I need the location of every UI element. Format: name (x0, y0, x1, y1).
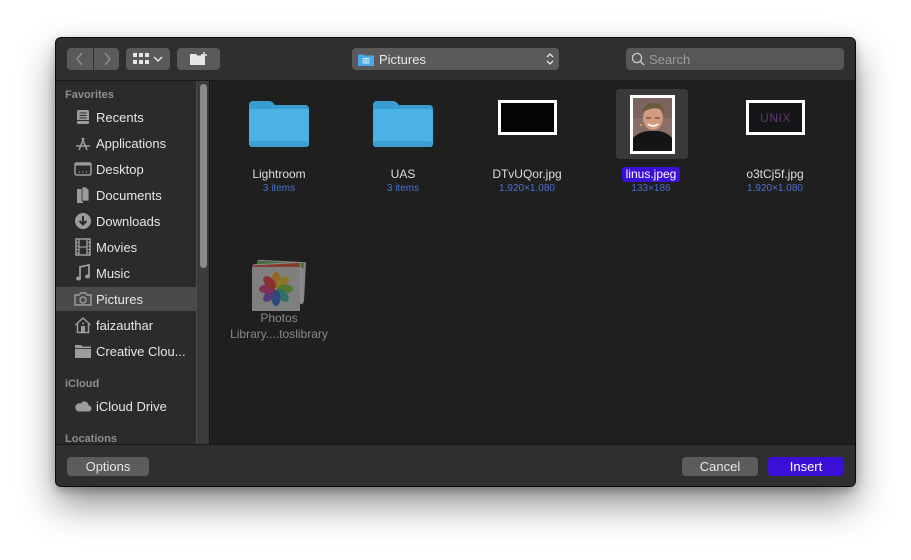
file-item-uas[interactable]: UAS 3 items (341, 87, 465, 196)
downloads-icon (73, 211, 93, 231)
sidebar-scrollbar-thumb[interactable] (200, 84, 207, 268)
cancel-button[interactable]: Cancel (682, 457, 758, 476)
sidebar-item-applications[interactable]: Applications (56, 131, 196, 155)
insert-button[interactable]: Insert (768, 457, 844, 476)
sidebar-item-downloads[interactable]: Downloads (56, 209, 196, 233)
sidebar-item-pictures[interactable]: Pictures (56, 287, 196, 311)
sidebar-section-favorites: Favorites (65, 89, 114, 101)
file-name-line2: Library....toslibrary (230, 327, 328, 341)
folder-icon (249, 101, 309, 147)
sidebar-item-label: Downloads (96, 213, 161, 229)
movies-icon (73, 237, 93, 257)
file-open-dialog: Pictures Favorites Recents (56, 38, 855, 486)
file-item-lightroom[interactable]: Lightroom 3 items (217, 87, 341, 196)
forward-button[interactable] (94, 48, 119, 70)
sidebar-item-icloud-drive[interactable]: iCloud Drive (56, 394, 196, 418)
search-icon (631, 52, 645, 66)
new-folder-icon (189, 52, 207, 65)
sidebar-item-label: Pictures (96, 291, 143, 307)
applications-icon (73, 133, 93, 153)
sidebar-item-label: Desktop (96, 161, 144, 177)
grid-view-icon (133, 53, 149, 64)
sidebar-item-music[interactable]: Music (56, 261, 196, 285)
location-label: Pictures (379, 51, 426, 67)
back-button[interactable] (67, 48, 93, 70)
sidebar-item-desktop[interactable]: Desktop (56, 157, 196, 181)
search-field[interactable] (626, 48, 844, 70)
sidebar-section-locations: Locations (65, 433, 117, 444)
chevron-right-icon (103, 52, 111, 66)
camera-icon (73, 289, 93, 309)
thumbnail-overlay-text: UNIX (760, 110, 791, 125)
file-item-dtvuqor[interactable]: DTvUQor.jpg 1.920×1.080 (465, 87, 589, 196)
portrait-photo (633, 98, 672, 151)
documents-icon (73, 185, 93, 205)
updown-chevron-icon (546, 53, 554, 65)
chevron-down-icon (153, 56, 163, 63)
file-meta: 133×186 (631, 183, 671, 194)
sidebar-item-movies[interactable]: Movies (56, 235, 196, 259)
file-browser: Lightroom 3 items UAS 3 items DTvUQor.jp… (211, 81, 855, 444)
desktop-icon (73, 159, 93, 179)
file-meta: 1.920×1.080 (499, 183, 555, 194)
recents-icon (73, 107, 93, 127)
sidebar-item-label: iCloud Drive (96, 398, 167, 414)
folder-icon (73, 341, 93, 361)
file-name: Lightroom (252, 167, 306, 181)
file-name: linus.jpeg (621, 167, 681, 182)
sidebar-item-label: Recents (96, 109, 144, 125)
sidebar-item-documents[interactable]: Documents (56, 183, 196, 207)
image-thumbnail (498, 100, 557, 135)
pictures-folder-icon (358, 54, 374, 66)
sidebar-scrollbar[interactable] (196, 81, 210, 444)
options-button[interactable]: Options (67, 457, 149, 476)
music-icon (73, 263, 93, 283)
sidebar-item-label: Music (96, 265, 130, 281)
image-thumbnail: UNIX (746, 100, 805, 135)
file-meta: 1.920×1.080 (747, 183, 803, 194)
file-item-linus[interactable]: linus.jpeg 133×186 (589, 87, 713, 196)
new-folder-button[interactable] (177, 48, 220, 70)
chevron-left-icon (76, 52, 83, 66)
file-item-o3tcj5f[interactable]: UNIX o3tCj5f.jpg 1.920×1.080 (713, 87, 837, 196)
sidebar: Favorites Recents Applications Desktop D… (56, 81, 196, 444)
file-meta: 3 items (262, 183, 296, 194)
search-input[interactable] (649, 51, 829, 67)
folder-icon (373, 101, 433, 147)
location-popup[interactable]: Pictures (352, 48, 559, 70)
cloud-icon (73, 396, 93, 416)
file-name: DTvUQor.jpg (492, 167, 562, 181)
sidebar-item-label: Applications (96, 135, 167, 151)
file-meta: 3 items (386, 183, 420, 194)
sidebar-item-label: Movies (96, 239, 138, 255)
sidebar-item-label: Documents (96, 187, 162, 203)
sidebar-item-creative-cloud[interactable]: Creative Clou... (56, 339, 196, 363)
sidebar-item-recents[interactable]: Recents (56, 105, 196, 129)
photos-library-icon (251, 259, 307, 311)
sidebar-item-label: faizauthar (96, 317, 154, 333)
home-icon (73, 315, 93, 335)
file-name: UAS (390, 167, 416, 181)
view-mode-button[interactable] (126, 48, 170, 70)
sidebar-item-home[interactable]: faizauthar (56, 313, 196, 337)
sidebar-item-label: Creative Clou... (96, 343, 186, 359)
toolbar: Pictures (56, 38, 855, 81)
file-name: o3tCj5f.jpg (746, 167, 804, 181)
dialog-footer: Options Cancel Insert (56, 444, 855, 486)
file-item-photos-library: Photos Library....toslibrary (217, 217, 341, 342)
sidebar-section-icloud: iCloud (65, 378, 100, 390)
image-thumbnail (630, 95, 675, 154)
